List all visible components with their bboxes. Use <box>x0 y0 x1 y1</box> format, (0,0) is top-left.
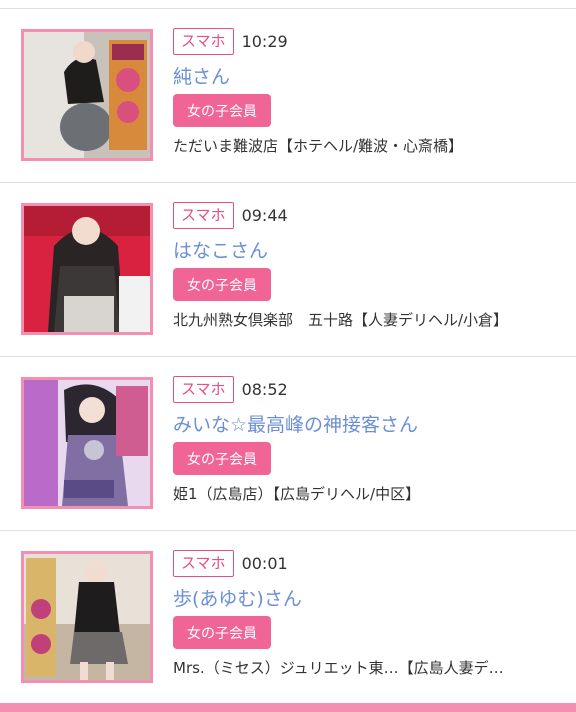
item-meta: スマホ 09:44 <box>173 202 288 229</box>
list-item[interactable]: スマホ 09:44 はなこさん 女の子会員 北九州熟女倶楽部 五十路【人妻デリヘ… <box>0 183 576 357</box>
device-badge: スマホ <box>173 202 234 229</box>
shop-name: 姫1（広島店）【広島デリヘル/中区】 <box>173 485 421 503</box>
profile-thumbnail[interactable] <box>21 29 153 161</box>
shop-name: 北九州熟女倶楽部 五十路【人妻デリヘル/小倉】 <box>173 311 509 329</box>
profile-thumbnail[interactable] <box>21 551 153 683</box>
post-time: 08:52 <box>241 380 288 399</box>
list-item[interactable]: スマホ 00:01 歩(あゆむ)さん 女の子会員 Mrs.（ミセス）ジュリエット… <box>0 531 576 705</box>
diary-list: スマホ 10:29 純さん 女の子会員 ただいま難波店【ホテヘル/難波・心斎橋】… <box>0 9 576 705</box>
device-badge: スマホ <box>173 28 234 55</box>
girl-name-link[interactable]: みいな☆最高峰の神接客さん <box>173 410 418 437</box>
profile-thumbnail[interactable] <box>21 377 153 509</box>
post-time: 09:44 <box>241 206 288 225</box>
girl-name-link[interactable]: 純さん <box>173 62 230 89</box>
post-time: 00:01 <box>241 554 288 573</box>
member-badge: 女の子会員 <box>173 94 271 127</box>
bottom-accent-bar <box>0 703 576 712</box>
device-badge: スマホ <box>173 376 234 403</box>
item-meta: スマホ 08:52 <box>173 376 288 403</box>
post-time: 10:29 <box>241 32 288 51</box>
member-badge: 女の子会員 <box>173 268 271 301</box>
item-meta: スマホ 10:29 <box>173 28 288 55</box>
item-meta: スマホ 00:01 <box>173 550 288 577</box>
list-item[interactable]: スマホ 08:52 みいな☆最高峰の神接客さん 女の子会員 姫1（広島店）【広島… <box>0 357 576 531</box>
shop-name: Mrs.（ミセス）ジュリエット東…【広島人妻デ… <box>173 659 504 677</box>
girl-name-link[interactable]: はなこさん <box>173 236 268 263</box>
profile-thumbnail[interactable] <box>21 203 153 335</box>
girl-name-link[interactable]: 歩(あゆむ)さん <box>173 584 302 611</box>
member-badge: 女の子会員 <box>173 616 271 649</box>
shop-name: ただいま難波店【ホテヘル/難波・心斎橋】 <box>173 137 464 155</box>
device-badge: スマホ <box>173 550 234 577</box>
list-item[interactable]: スマホ 10:29 純さん 女の子会員 ただいま難波店【ホテヘル/難波・心斎橋】 <box>0 9 576 183</box>
member-badge: 女の子会員 <box>173 442 271 475</box>
